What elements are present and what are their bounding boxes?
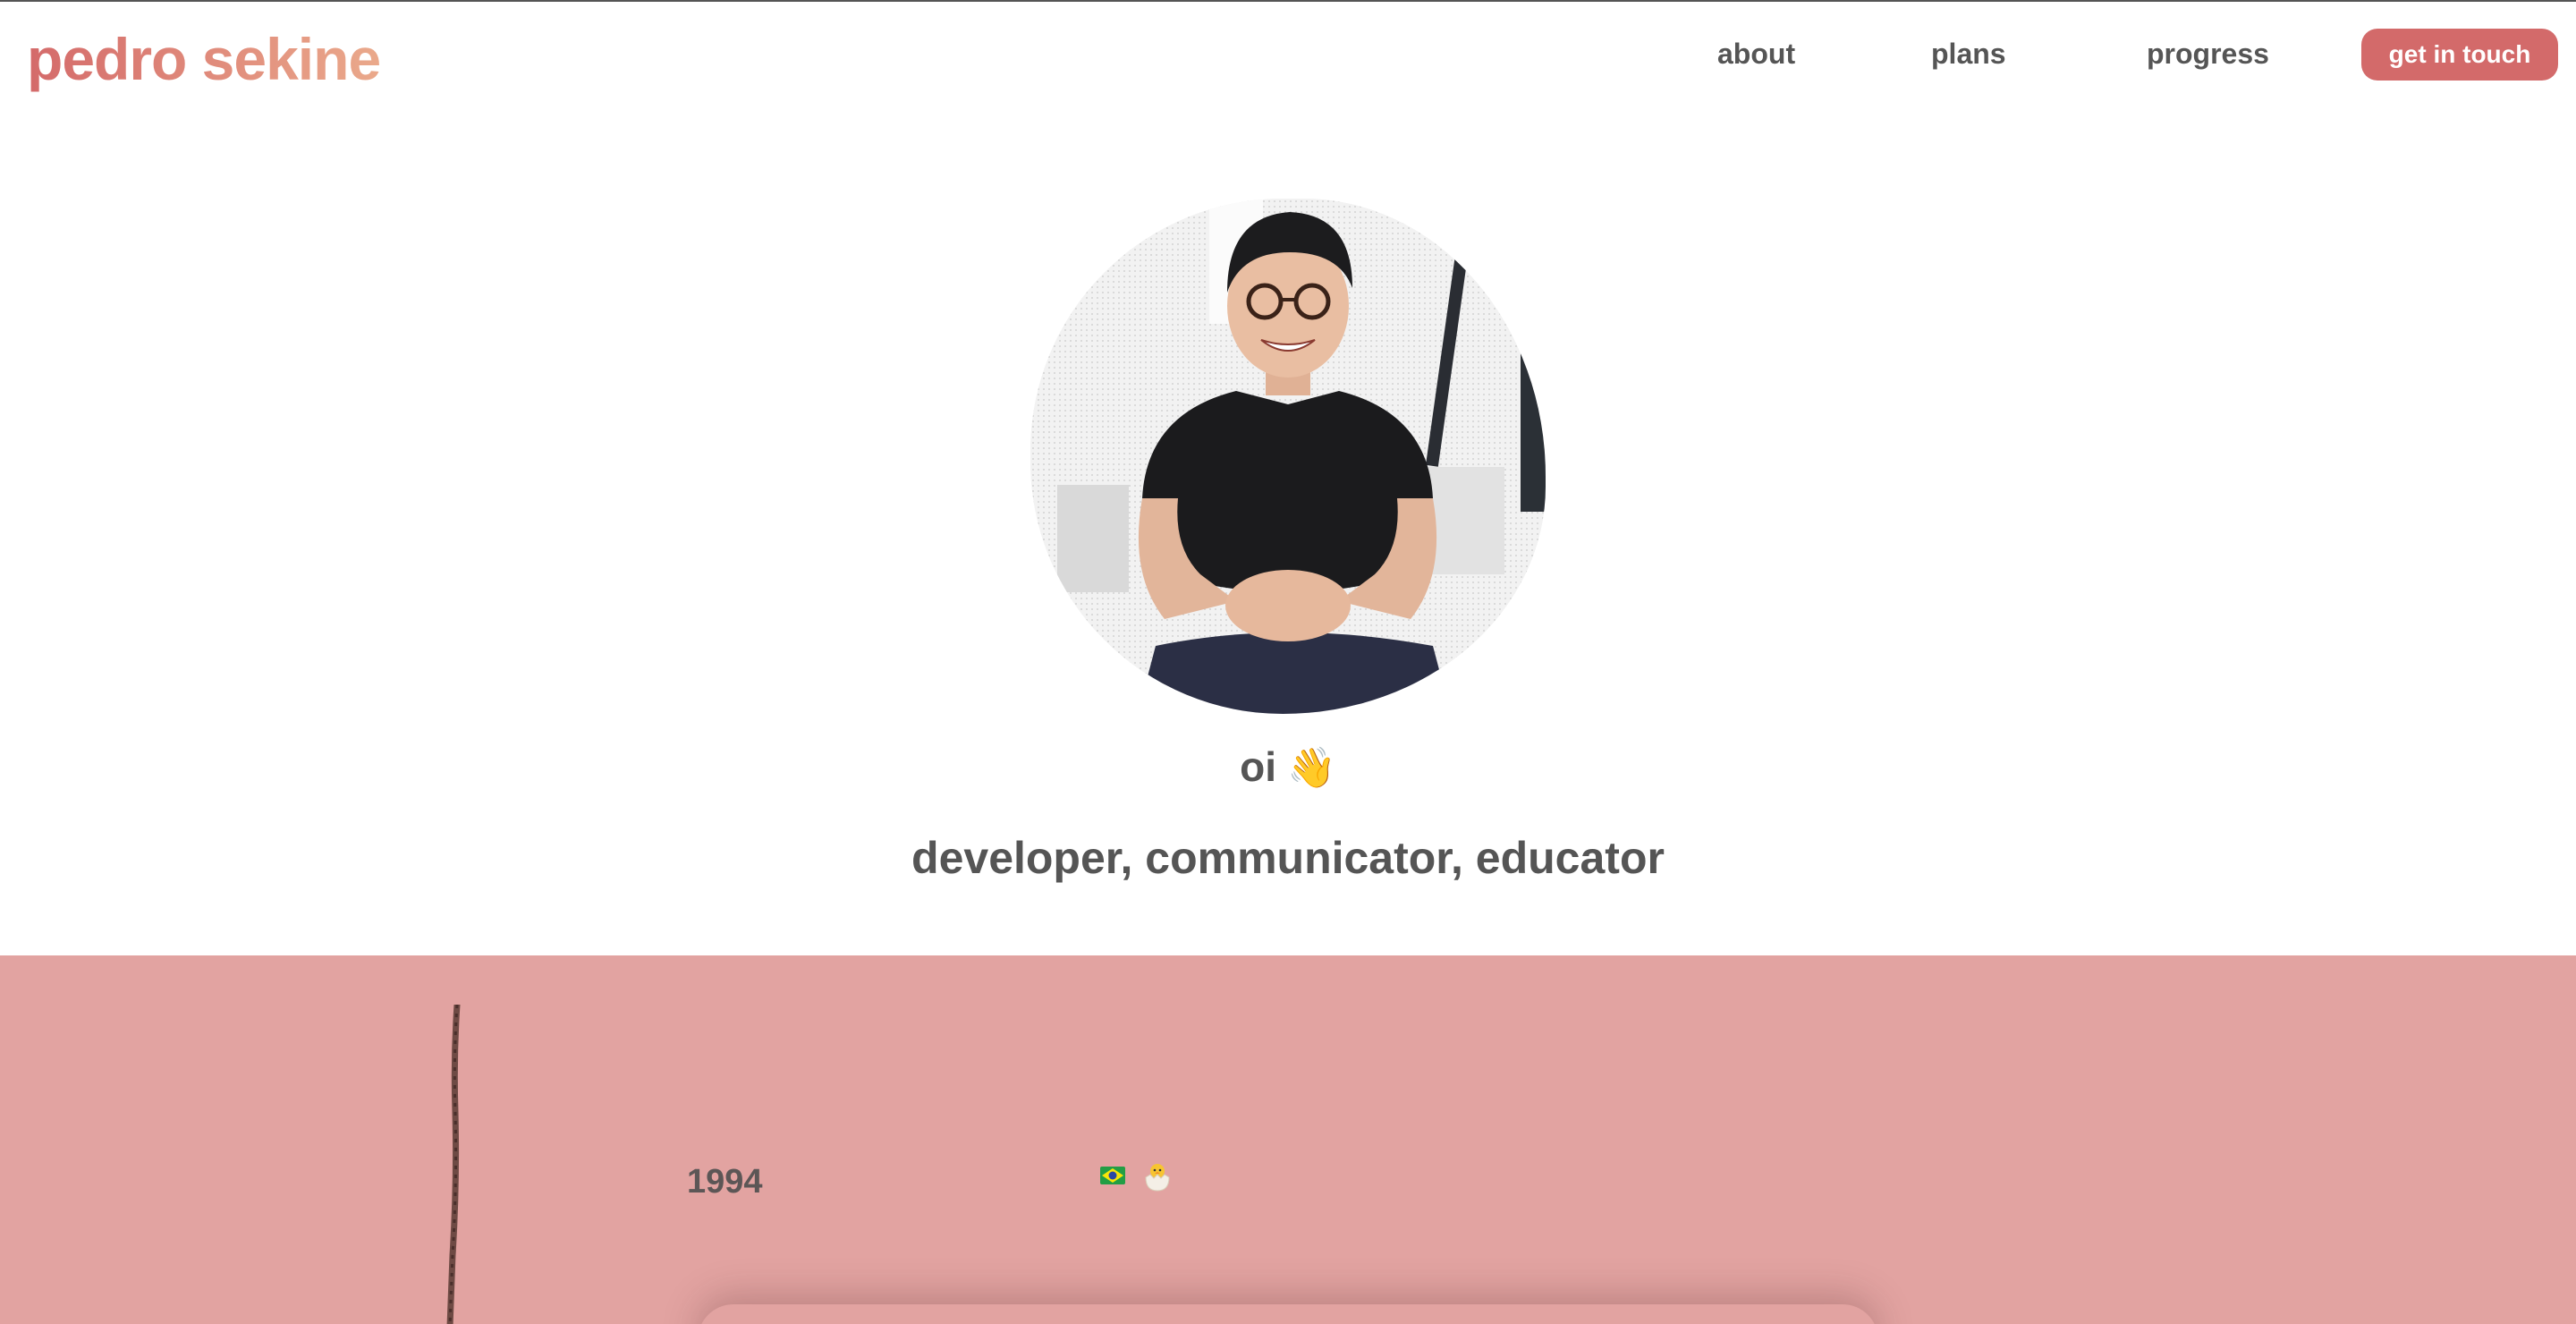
greeting-heading: oi 👋 [0, 743, 2576, 791]
brazil-flag-icon [1100, 1167, 1125, 1184]
timeline-line [446, 1005, 461, 1324]
site-header: pedro sekine about plans progress get in… [0, 0, 2576, 116]
hatching-chick-icon [1145, 1164, 1170, 1192]
nav-plans-link[interactable]: plans [1931, 38, 2006, 71]
avatar-photo [1030, 199, 1546, 714]
timeline-year: 1994 [687, 1163, 763, 1201]
get-in-touch-button[interactable]: get in touch [2361, 29, 2558, 81]
timeline-section: 1994 [0, 955, 2576, 1324]
greeting-text: oi [1240, 743, 1277, 790]
nav-about-link[interactable]: about [1717, 38, 1795, 71]
tagline: developer, communicator, educator [911, 833, 1665, 883]
nav-progress-link[interactable]: progress [2147, 38, 2269, 71]
page: pedro sekine about plans progress get in… [0, 0, 2576, 1324]
timeline-card [698, 1304, 1878, 1324]
brand-logo-link[interactable]: pedro sekine [27, 25, 381, 93]
waving-hand-icon: 👋 [1287, 746, 1336, 790]
person-photo-icon [1030, 199, 1546, 714]
